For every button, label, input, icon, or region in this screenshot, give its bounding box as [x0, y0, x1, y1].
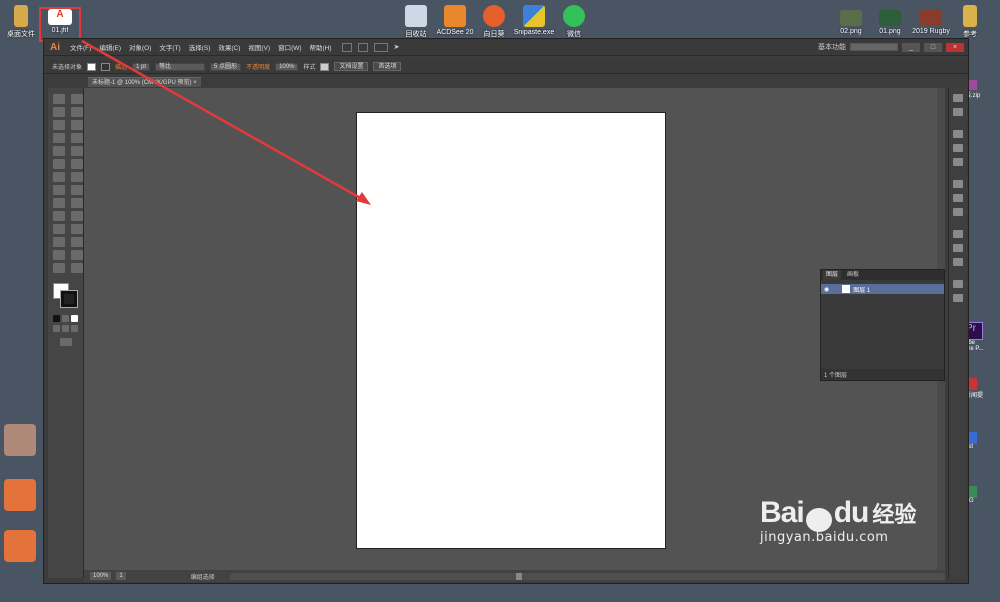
watermark-brand: Bai [760, 496, 805, 529]
watermark-cn: 经验 [872, 502, 917, 527]
watermark-url: jingyan.baidu.com [760, 530, 889, 546]
baidu-watermark: Bai du 经验 jingyan.baidu.com [760, 496, 916, 545]
paw-icon [805, 508, 832, 533]
watermark-brand-tail: du [833, 496, 870, 529]
